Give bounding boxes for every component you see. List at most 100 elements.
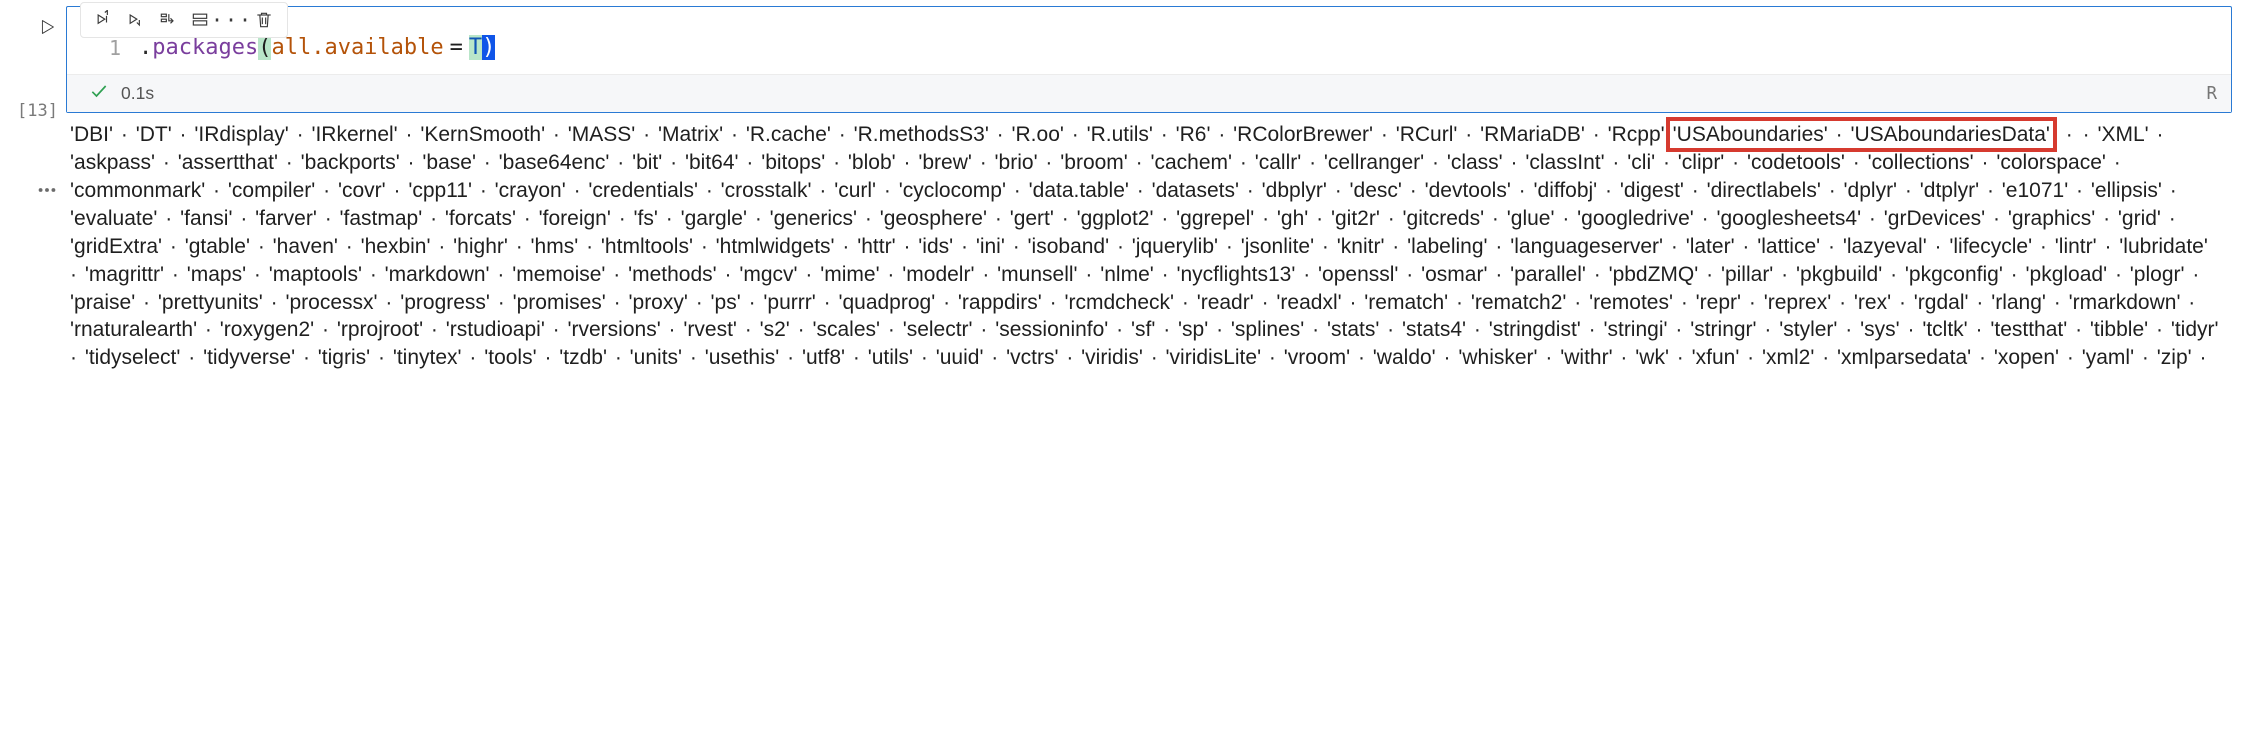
separator-dot: · — [2068, 179, 2091, 202]
separator-dot: · — [1484, 207, 1507, 230]
package-name: 'labeling' — [1407, 235, 1487, 258]
package-name: 'pillar' — [1721, 263, 1773, 286]
package-name: 'grDevices' — [1884, 207, 1985, 230]
more-actions-button[interactable]: ··· — [217, 7, 247, 33]
code-editor[interactable]: 1 .packages(all.available=T) 0.1s R — [66, 6, 2232, 113]
separator-dot: · — [682, 346, 705, 369]
separator-dot: · — [1078, 263, 1101, 286]
exec-time: 0.1s — [121, 83, 154, 104]
separator-dot: · — [1398, 263, 1421, 286]
separator-dot: · — [370, 346, 393, 369]
separator-dot: · — [1457, 123, 1480, 146]
more-output-icon[interactable] — [36, 179, 58, 206]
package-name: 'prettyunits' — [158, 291, 263, 314]
separator-dot: · — [1254, 291, 1277, 314]
package-name: 'gridExtra' — [70, 235, 162, 258]
separator-dot: · — [1208, 318, 1231, 341]
separator-dot: · — [2081, 123, 2098, 146]
separator-dot: · — [1684, 179, 1707, 202]
separator-dot: · — [845, 346, 868, 369]
package-name: 'collections' — [1868, 151, 1974, 174]
separator-dot: · — [698, 179, 721, 202]
separator-dot: · — [2148, 318, 2171, 341]
separator-dot: · — [472, 179, 495, 202]
separator-dot: · — [314, 318, 337, 341]
package-name: 'farver' — [255, 207, 317, 230]
package-name: 'repr' — [1696, 291, 1741, 314]
separator-dot: · — [661, 318, 684, 341]
package-name: 'methods' — [628, 263, 717, 286]
tok-equals: = — [444, 35, 469, 60]
package-name: 'dtplyr' — [1920, 179, 1979, 202]
separator-dot: · — [1488, 235, 1511, 258]
package-name: 'jquerylib' — [1132, 235, 1218, 258]
separator-dot: · — [913, 346, 936, 369]
package-name: 'googlesheets4' — [1716, 207, 1861, 230]
package-name: 'classInt' — [1525, 151, 1604, 174]
run-by-line-icon[interactable] — [153, 7, 183, 33]
separator-dot: · — [545, 123, 568, 146]
separator-dot: · — [1861, 207, 1884, 230]
package-name: 'lintr' — [2055, 235, 2097, 258]
cell-body: ··· 1 .packages(all.available=T) — [66, 6, 2232, 382]
separator-dot: · — [1350, 346, 1373, 369]
separator-dot: · — [1757, 318, 1780, 341]
package-name: 'RColorBrewer' — [1233, 123, 1373, 146]
package-name: 'codetools' — [1747, 151, 1845, 174]
package-name: 'mgcv' — [739, 263, 797, 286]
delete-cell-icon[interactable] — [249, 7, 279, 33]
package-name: 'git2r' — [1331, 207, 1380, 230]
separator-dot: · — [462, 346, 485, 369]
package-name: 'XML' — [2097, 123, 2148, 146]
package-name: 'R.utils' — [1087, 123, 1153, 146]
separator-dot: · — [1232, 151, 1255, 174]
package-name: 'xmlparsedata' — [1837, 346, 1971, 369]
package-name: 'graphics' — [2008, 207, 2095, 230]
package-name: 'rematch' — [1364, 291, 1448, 314]
run-below-icon[interactable] — [121, 7, 151, 33]
code-line[interactable]: 1 .packages(all.available=T) — [67, 31, 2231, 74]
package-name: 'pkgconfig' — [1905, 263, 2003, 286]
package-name: 'sessioninfo' — [995, 318, 1108, 341]
package-name: 'blob' — [848, 151, 896, 174]
package-name: 'purrr' — [763, 291, 815, 314]
package-name: 'styler' — [1779, 318, 1837, 341]
separator-dot: · — [880, 318, 903, 341]
separator-dot: · — [1974, 151, 1997, 174]
separator-dot: · — [2107, 263, 2130, 286]
separator-dot: · — [1655, 151, 1678, 174]
package-name: 'stats4' — [1402, 318, 1466, 341]
package-name: 'googledrive' — [1577, 207, 1694, 230]
language-badge[interactable]: R — [2206, 84, 2217, 104]
separator-dot: · — [658, 207, 681, 230]
package-name: 'reprex' — [1764, 291, 1832, 314]
highlight-annotation: 'USAboundaries' · 'USAboundariesData' — [1666, 117, 2057, 152]
code-text[interactable]: .packages(all.available=T) — [139, 35, 495, 60]
package-name: 'data.table' — [1029, 179, 1129, 202]
separator-dot: · — [2134, 346, 2157, 369]
package-name: 'geosphere' — [880, 207, 987, 230]
run-cell-icon[interactable] — [36, 16, 58, 43]
separator-dot: · — [1739, 346, 1762, 369]
separator-dot: · — [2003, 263, 2026, 286]
separator-dot: · — [1384, 235, 1407, 258]
package-name: 'lazyeval' — [1843, 235, 1927, 258]
notebook-cell-container: [13] ··· — [0, 0, 2244, 394]
separator-dot: · — [1773, 263, 1796, 286]
package-name: 'backports' — [301, 151, 400, 174]
separator-dot: · — [1900, 318, 1923, 341]
separator-dot: · — [338, 235, 361, 258]
separator-dot: · — [607, 346, 630, 369]
separator-dot: · — [1581, 318, 1604, 341]
separator-dot: · — [1668, 318, 1691, 341]
separator-dot: · — [1108, 318, 1131, 341]
separator-dot: · — [880, 263, 903, 286]
separator-dot: · — [1673, 291, 1696, 314]
separator-dot: · — [1064, 123, 1087, 146]
package-name: 'utils' — [868, 346, 913, 369]
package-name: 'osmar' — [1421, 263, 1487, 286]
separator-dot: · — [1821, 179, 1844, 202]
package-name: 'cachem' — [1150, 151, 1232, 174]
run-above-icon[interactable] — [89, 7, 119, 33]
separator-dot: · — [741, 291, 764, 314]
